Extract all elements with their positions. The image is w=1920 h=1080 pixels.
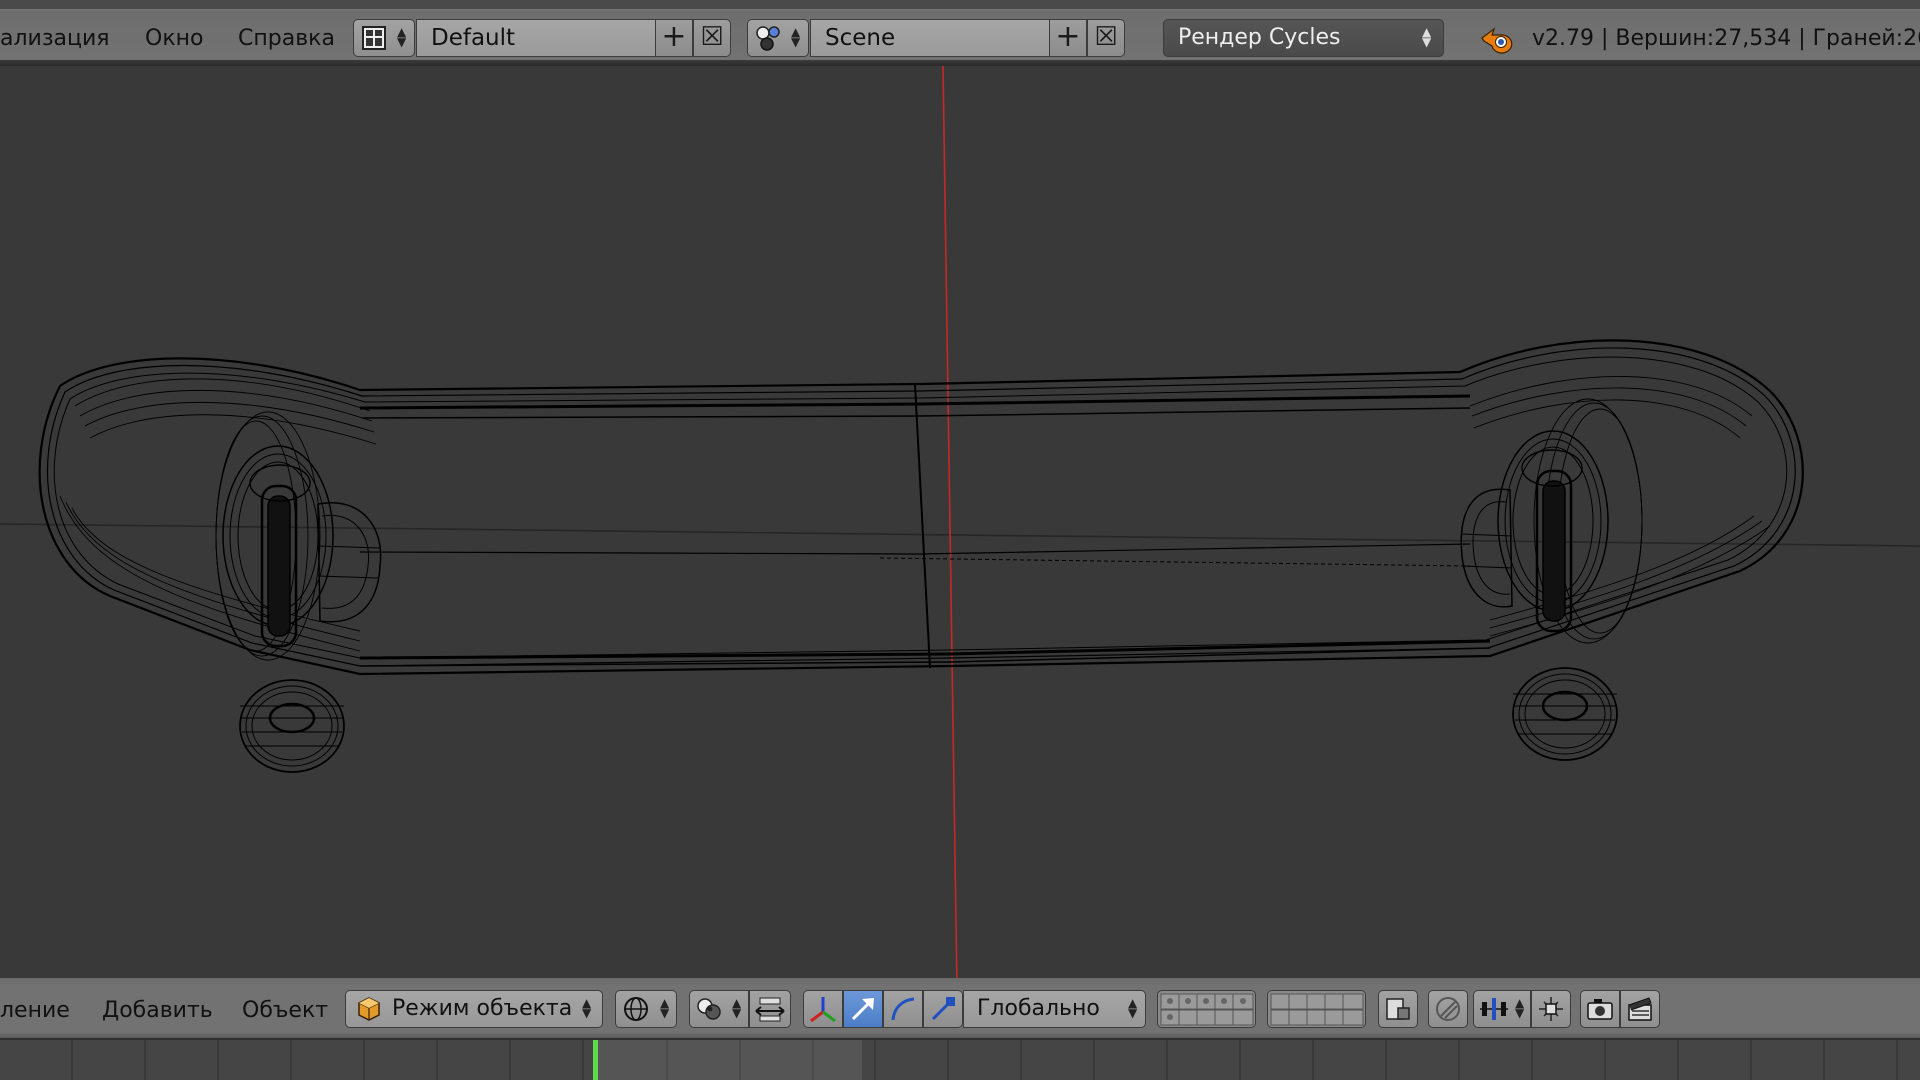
- add-layout-button[interactable]: +: [655, 19, 693, 57]
- snap-element-button[interactable]: ▲ ▼: [1473, 990, 1531, 1028]
- manipulate-center-button[interactable]: [749, 990, 791, 1028]
- updown-arrows-icon: ▲ ▼: [397, 25, 407, 49]
- left-tail-wire: [59, 378, 377, 661]
- manipulator-toggle-button[interactable]: [803, 990, 843, 1028]
- snap-icon: [1480, 998, 1508, 1020]
- manipulator-axes-icon: [810, 997, 836, 1023]
- updown-arrows-icon: ▲ ▼: [1515, 996, 1525, 1020]
- scene-layers-group-b[interactable]: [1267, 990, 1366, 1028]
- viewport-shading-icon: [624, 997, 648, 1021]
- scene-icon: [756, 26, 780, 51]
- layout-icon: [362, 26, 386, 50]
- proportional-editing-button[interactable]: [1428, 990, 1468, 1028]
- updown-arrows-icon: ▲ ▼: [1128, 996, 1138, 1020]
- opengl-animation-render-button[interactable]: [1620, 990, 1660, 1028]
- updown-arrows-icon: ▲ ▼: [582, 996, 592, 1020]
- plus-icon: +: [661, 19, 687, 54]
- layout-browse-button[interactable]: ▲ ▼: [353, 19, 415, 57]
- close-icon: ☒: [1094, 22, 1118, 52]
- rotate-manipulator-button[interactable]: [883, 990, 923, 1028]
- snap-target-icon: [1539, 997, 1563, 1021]
- layers-icon: [1160, 993, 1254, 1026]
- layers-icon: [1270, 993, 1364, 1026]
- updown-arrows-icon: ▲ ▼: [732, 996, 742, 1020]
- menu-object[interactable]: Объект: [242, 996, 328, 1026]
- scale-icon: [931, 997, 955, 1021]
- updown-arrows-icon: ▲ ▼: [1422, 25, 1432, 49]
- mode-label: Режим объекта: [392, 996, 573, 1021]
- scene-statistics: v2.79 | Вершин:27,534 | Граней:26,8: [1532, 26, 1920, 51]
- translate-icon: [851, 998, 874, 1021]
- viewport-shading-button[interactable]: ▲ ▼: [615, 990, 677, 1028]
- object-mode-cube-icon: [358, 997, 380, 1021]
- left-truck-wire: [222, 445, 382, 773]
- info-header: ализация Окно Справка ▲ ▼ Default + ☒ ▲ ▼ …: [0, 0, 1920, 66]
- updown-arrows-icon: ▲ ▼: [660, 996, 670, 1020]
- animation-render-icon: [1628, 997, 1652, 1021]
- menu-add[interactable]: Добавить: [102, 996, 213, 1026]
- header-edge: [0, 0, 1920, 9]
- scene-browse-button[interactable]: ▲ ▼: [747, 19, 809, 57]
- render-engine-dropdown[interactable]: Рендер Cycles ▲ ▼: [1163, 19, 1444, 57]
- y-axis-line: [942, 66, 958, 988]
- timeline[interactable]: [0, 1038, 1920, 1080]
- plus-icon: +: [1055, 19, 1081, 54]
- right-nose-wire: [1469, 376, 1771, 644]
- frame-range: [595, 1040, 862, 1080]
- lock-layers-button[interactable]: [1378, 990, 1418, 1028]
- menu-view[interactable]: ление: [0, 996, 70, 1026]
- delete-scene-button[interactable]: ☒: [1087, 19, 1125, 57]
- close-icon: ☒: [700, 22, 724, 52]
- translate-manipulator-button[interactable]: [843, 990, 883, 1028]
- manipulator-icon: [755, 997, 785, 1022]
- orientation-label: Глобально: [977, 996, 1100, 1021]
- updown-arrows-icon: ▲ ▼: [791, 25, 801, 49]
- menu-window[interactable]: Окно: [145, 24, 203, 54]
- menu-help[interactable]: Справка: [238, 24, 335, 54]
- blender-window: ализация Окно Справка ▲ ▼ Default + ☒ ▲ ▼ …: [0, 0, 1920, 1080]
- pivot-point-button[interactable]: ▲ ▼: [689, 990, 749, 1028]
- transform-orientation-dropdown[interactable]: Глобально ▲ ▼: [963, 990, 1146, 1028]
- scene-layers-group-a[interactable]: [1157, 990, 1256, 1028]
- render-icon: [1587, 999, 1613, 1020]
- skateboard-wireframe: [38, 339, 1804, 773]
- menu-render[interactable]: ализация: [0, 24, 110, 54]
- opengl-render-button[interactable]: [1580, 990, 1620, 1028]
- rotate-icon: [891, 997, 915, 1021]
- current-frame-cursor[interactable]: [593, 1040, 598, 1080]
- add-scene-button[interactable]: +: [1049, 19, 1087, 57]
- interaction-mode-dropdown[interactable]: Режим объекта ▲ ▼: [345, 990, 603, 1028]
- layout-name-field[interactable]: Default: [416, 19, 656, 57]
- render-engine-label: Рендер Cycles: [1178, 25, 1341, 50]
- blender-logo-icon: [1481, 27, 1513, 54]
- snap-target-button[interactable]: [1531, 990, 1571, 1028]
- pivot-icon: [697, 998, 721, 1020]
- scene-name-field[interactable]: Scene: [810, 19, 1050, 57]
- wireframe-scene: [0, 66, 1920, 988]
- proportional-icon: [1436, 997, 1460, 1021]
- 3d-view-header: ление Добавить Объект Режим объекта ▲ ▼ ▲…: [0, 978, 1920, 1038]
- lock-camera-icon: [1386, 998, 1410, 1020]
- 3d-viewport[interactable]: [0, 66, 1920, 988]
- delete-layout-button[interactable]: ☒: [693, 19, 731, 57]
- right-truck-wire: [1460, 430, 1618, 761]
- scale-manipulator-button[interactable]: [923, 990, 963, 1028]
